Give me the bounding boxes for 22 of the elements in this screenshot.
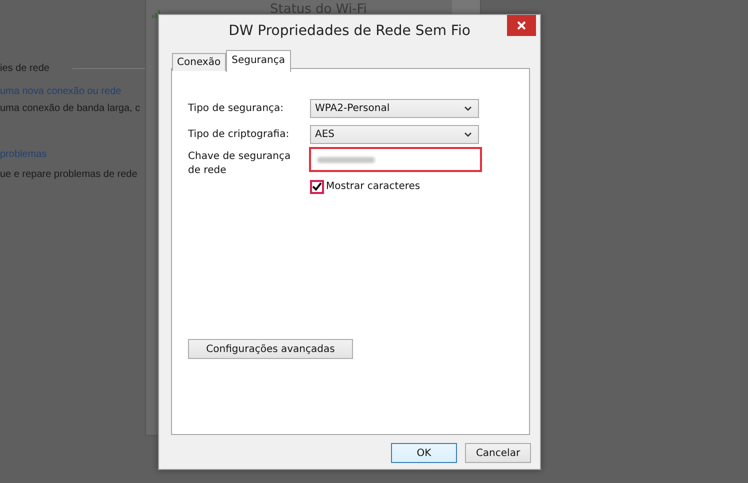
- close-icon: [517, 21, 526, 30]
- dropdown[interactable]: WPA2-Personal: [310, 99, 479, 118]
- field-label: Chave de segurança de rede: [188, 150, 292, 177]
- advanced-settings-button[interactable]: Configurações avançadas: [188, 339, 353, 359]
- input-field[interactable]: [309, 147, 482, 172]
- field-label: Tipo de criptografia:: [188, 128, 290, 142]
- field-label: Tipo de segurança:: [188, 102, 284, 116]
- tab[interactable]: Segurança: [226, 50, 291, 72]
- caret-icon: [464, 132, 472, 137]
- section-text: uma conexão de banda larga, c: [0, 102, 140, 116]
- section-text: ue e repare problemas de rede: [0, 168, 138, 182]
- dropdown[interactable]: AES: [310, 125, 479, 144]
- checkbox-label: Mostrar caracteres: [326, 180, 420, 194]
- dialog-button[interactable]: Cancelar: [465, 443, 531, 463]
- blurred-value: [316, 154, 376, 164]
- section-heading: ies de rede: [0, 62, 50, 76]
- dialog-button[interactable]: OK: [391, 443, 457, 463]
- close-button[interactable]: [507, 15, 536, 36]
- caret-icon: [464, 106, 472, 111]
- window-title: DW Propriedades de Rede Sem Fio: [228, 22, 472, 41]
- checkbox[interactable]: [310, 180, 324, 194]
- tab[interactable]: Conexão: [172, 53, 226, 71]
